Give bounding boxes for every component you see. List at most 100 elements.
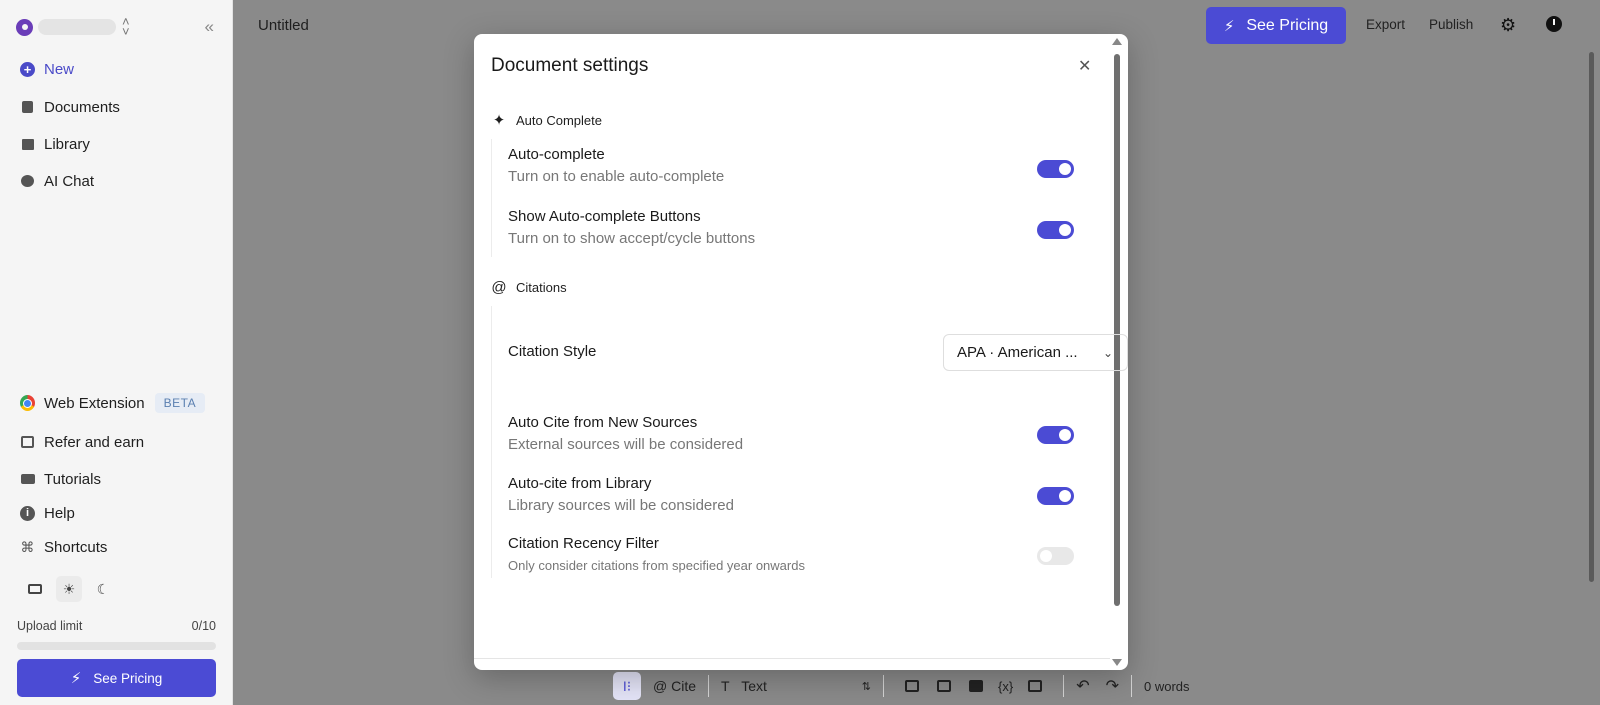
- scroll-up-arrow-icon[interactable]: [1112, 38, 1122, 45]
- chevron-up-down-icon[interactable]: ˄ ˅: [122, 15, 130, 38]
- chevron-down-icon: ⌄: [1102, 345, 1113, 360]
- toolbar-divider: [708, 675, 709, 697]
- sidebar: ˄ ˅ « + New Documents Library AI Chat Web…: [0, 0, 233, 705]
- setting-label: Show Auto-complete Buttons: [508, 208, 701, 225]
- gear-icon[interactable]: ⚙: [1500, 15, 1516, 36]
- workspace-name-placeholder: [38, 19, 116, 35]
- scroll-down-arrow-icon[interactable]: [1112, 659, 1122, 666]
- citations-group: Citation Style APA · American ... ⌄ Auto…: [491, 306, 1128, 578]
- auto-cite-library-toggle[interactable]: [1037, 487, 1074, 505]
- document-title[interactable]: Untitled: [258, 17, 309, 34]
- plus-circle-icon: +: [20, 61, 35, 77]
- library-icon: [20, 137, 35, 152]
- setting-description: External sources will be considered: [508, 436, 744, 453]
- upload-limit-label: Upload limit: [17, 619, 83, 633]
- nav-shortcuts[interactable]: ⌘ Shortcuts: [20, 537, 108, 557]
- nav-new[interactable]: + New: [20, 59, 74, 79]
- moon-icon[interactable]: ☾: [90, 576, 116, 602]
- toolbar-divider: [1131, 675, 1132, 697]
- nav-documents-label: Documents: [44, 98, 120, 116]
- sigma-icon[interactable]: [1028, 680, 1043, 692]
- upload-limit: Upload limit 0/10: [17, 619, 216, 633]
- text-style-value: Text: [741, 678, 767, 694]
- image-icon[interactable]: [905, 680, 919, 692]
- history-clock-icon[interactable]: [1546, 16, 1562, 32]
- sun-icon[interactable]: ☀: [56, 576, 82, 602]
- nav-refer-label: Refer and earn: [44, 433, 145, 451]
- sidebar-see-pricing-label: See Pricing: [93, 670, 163, 686]
- setting-citation-recency-filter: Citation Recency Filter Only consider ci…: [508, 535, 1092, 573]
- citation-style-value: APA · American ...: [957, 344, 1078, 361]
- sparkles-icon: ✦: [492, 112, 506, 129]
- setting-description: Turn on to show accept/cycle buttons: [508, 230, 756, 247]
- nav-web-extension-label: Web Extension: [44, 394, 145, 412]
- editor-toolbar: I⁝ @ Cite T Text ⇅ {x} ↶ ↷ 0 words: [613, 670, 1190, 702]
- text-style-select[interactable]: T Text ⇅: [721, 672, 871, 700]
- setting-label: Citation Recency Filter: [508, 535, 659, 552]
- undo-icon[interactable]: ↶: [1076, 672, 1089, 700]
- setting-auto-cite-new-sources: Auto Cite from New Sources External sour…: [508, 414, 1092, 453]
- document-settings-modal: Document settings ✕ ✦ Auto Complete Auto…: [474, 34, 1128, 670]
- video-icon: [20, 472, 35, 487]
- workspace-switcher[interactable]: ˄ ˅ «: [16, 15, 222, 39]
- section-citations: @ Citations: [491, 279, 567, 296]
- nav-documents[interactable]: Documents: [20, 97, 120, 117]
- nav-ai-chat[interactable]: AI Chat: [20, 171, 94, 191]
- setting-label: Auto Cite from New Sources: [508, 414, 698, 431]
- collapse-sidebar-icon[interactable]: «: [205, 17, 214, 37]
- nav-web-extension[interactable]: Web Extension BETA: [20, 393, 206, 413]
- setting-auto-complete: Auto-complete Turn on to enable auto-com…: [508, 146, 1092, 185]
- text-style-icon: T: [721, 678, 730, 694]
- chevron-up-down-icon: ⇅: [861, 680, 871, 693]
- toolbar-divider: [883, 675, 884, 697]
- formula-icon[interactable]: {x}: [998, 672, 1013, 700]
- code-block-icon[interactable]: [969, 680, 983, 692]
- nav-tutorials-label: Tutorials: [44, 470, 101, 488]
- citation-recency-filter-toggle[interactable]: [1037, 547, 1074, 565]
- scroll-thumb[interactable]: [1114, 54, 1120, 606]
- gift-icon: [20, 435, 35, 450]
- cite-button[interactable]: @ Cite: [653, 672, 696, 700]
- setting-label: Auto-cite from Library: [508, 475, 652, 492]
- auto-complete-group: Auto-complete Turn on to enable auto-com…: [491, 139, 1091, 257]
- auto-complete-toggle[interactable]: [1037, 160, 1074, 178]
- setting-show-auto-complete-buttons: Show Auto-complete Buttons Turn on to sh…: [508, 208, 1092, 247]
- setting-label: Auto-complete: [508, 146, 605, 163]
- setting-citation-style: Citation Style APA · American ... ⌄: [508, 334, 1128, 371]
- nav-ai-chat-label: AI Chat: [44, 172, 95, 190]
- beta-badge: BETA: [154, 393, 206, 413]
- auto-cite-new-sources-toggle[interactable]: [1037, 426, 1074, 444]
- documents-icon: [20, 100, 35, 115]
- publish-button[interactable]: Publish: [1429, 17, 1473, 32]
- sidebar-see-pricing-button[interactable]: ⚡ See Pricing: [17, 659, 216, 697]
- toolbar-divider: [1063, 675, 1065, 697]
- modal-title: Document settings: [491, 55, 649, 76]
- nav-new-label: New: [44, 60, 75, 78]
- nav-library[interactable]: Library: [20, 134, 90, 154]
- section-auto-complete: ✦ Auto Complete: [491, 111, 602, 129]
- at-sign-icon: @: [491, 279, 507, 296]
- monitor-icon[interactable]: [22, 576, 48, 602]
- citation-style-select[interactable]: APA · American ... ⌄: [943, 334, 1128, 371]
- app-logo-icon: [16, 18, 33, 36]
- upload-progress-bar: [17, 642, 216, 650]
- chat-icon: [20, 174, 35, 189]
- table-icon[interactable]: [937, 680, 951, 692]
- chrome-icon: [20, 395, 35, 411]
- nav-tutorials[interactable]: Tutorials: [20, 469, 101, 489]
- close-icon[interactable]: ✕: [1078, 56, 1091, 76]
- export-button[interactable]: Export: [1366, 17, 1405, 32]
- section-auto-complete-title: Auto Complete: [516, 112, 602, 128]
- theme-switcher: ☀ ☾: [22, 576, 124, 602]
- lightning-icon: ⚡: [1223, 17, 1235, 35]
- autocomplete-cursor-icon[interactable]: I⁝: [613, 672, 641, 700]
- nav-help-label: Help: [44, 504, 75, 522]
- nav-help[interactable]: i Help: [20, 503, 75, 523]
- show-auto-complete-buttons-toggle[interactable]: [1037, 221, 1074, 239]
- nav-refer-and-earn[interactable]: Refer and earn: [20, 432, 144, 452]
- redo-icon[interactable]: ↷: [1106, 672, 1119, 700]
- setting-auto-cite-library: Auto-cite from Library Library sources w…: [508, 475, 1092, 514]
- editor-scrollbar[interactable]: [1589, 52, 1594, 582]
- section-citations-title: Citations: [516, 280, 567, 295]
- header-see-pricing-button[interactable]: ⚡ See Pricing: [1206, 7, 1346, 44]
